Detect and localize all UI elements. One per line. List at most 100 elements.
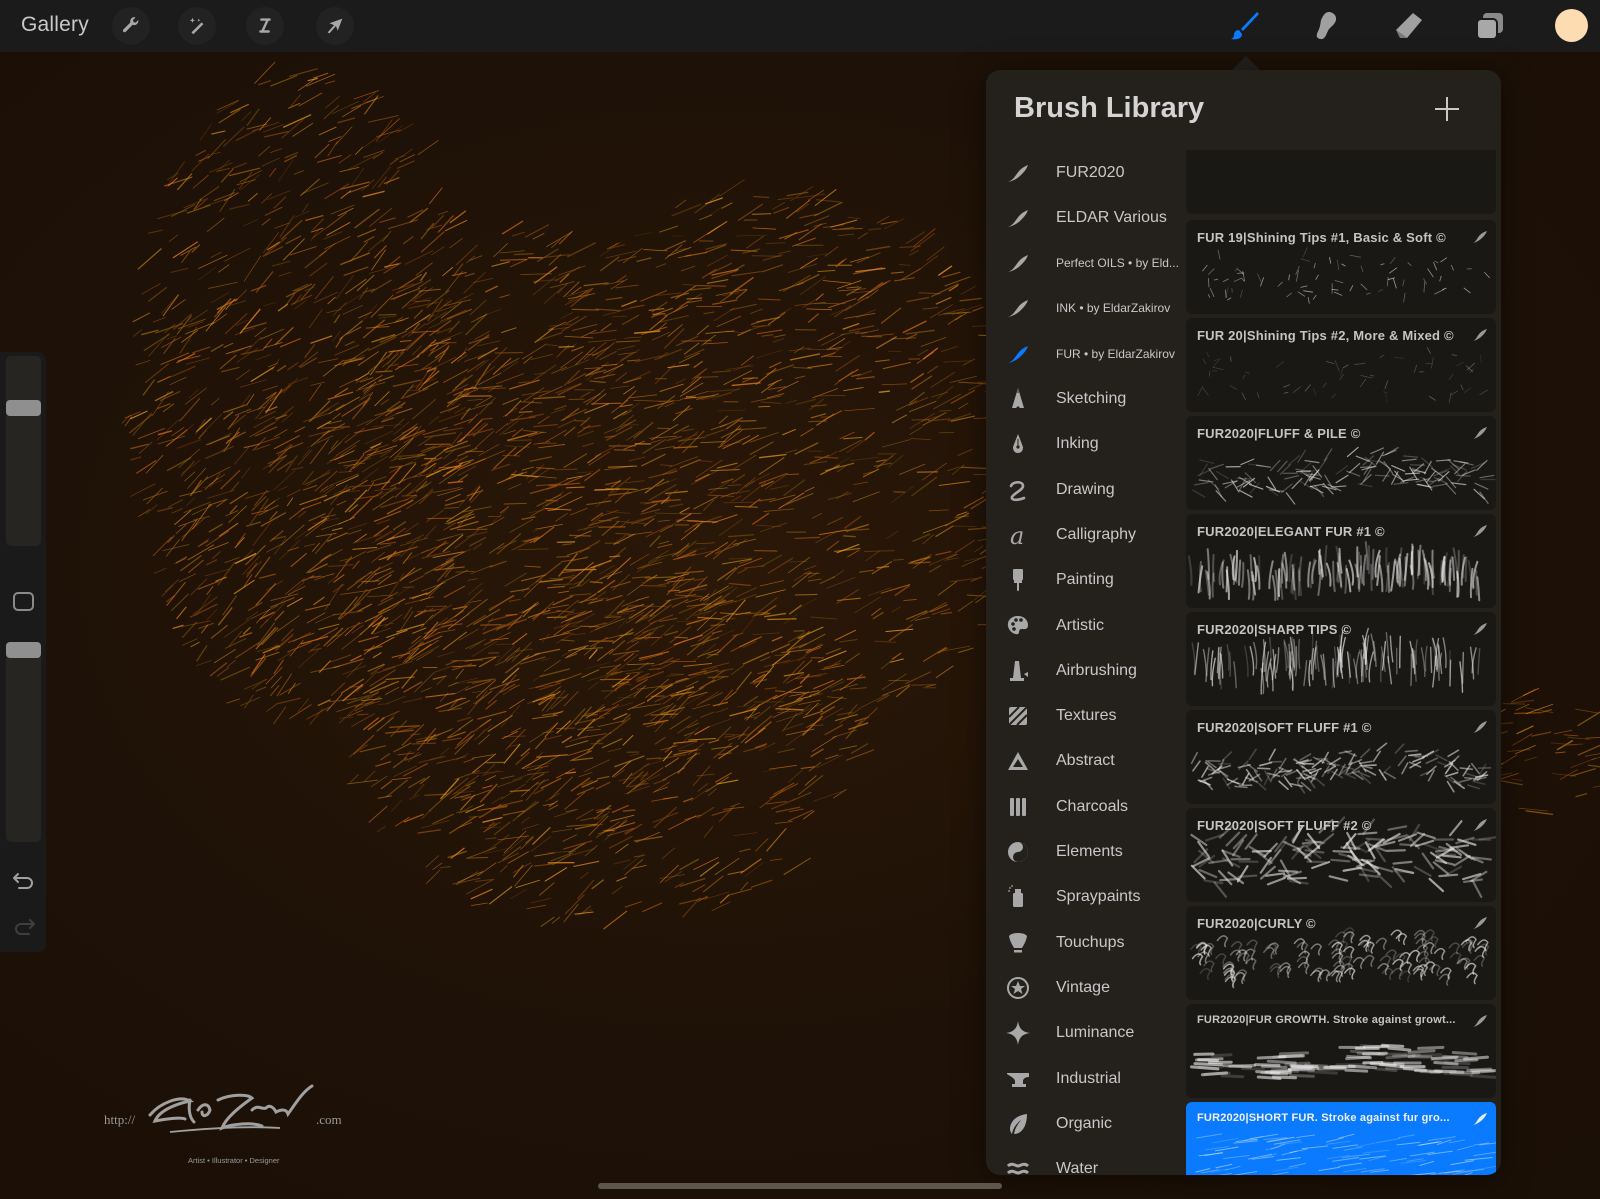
brush-set-item[interactable]: Airbrushing bbox=[986, 648, 1182, 693]
fur-strand bbox=[769, 484, 789, 490]
fur-strand bbox=[773, 206, 790, 214]
brush-set-item[interactable]: FUR • by EldarZakirov bbox=[986, 331, 1182, 376]
brush-item[interactable]: FUR2020|SHORT FUR. Stroke against fur gr… bbox=[1186, 1102, 1496, 1175]
fur-strand bbox=[636, 257, 652, 263]
fur-strand bbox=[696, 806, 715, 819]
fur-strand bbox=[569, 534, 592, 537]
brush-set-item[interactable]: Luminance bbox=[986, 1011, 1182, 1056]
top-toolbar: Gallery bbox=[0, 0, 1600, 52]
fur-strand bbox=[164, 579, 179, 593]
fur-strand bbox=[166, 335, 178, 340]
fur-strand bbox=[378, 375, 395, 382]
brush-set-item[interactable]: Charcoals bbox=[986, 784, 1182, 829]
brush-item[interactable]: FUR2020|SHARP TIPS © bbox=[1186, 612, 1496, 706]
adjustments-button[interactable] bbox=[178, 7, 216, 45]
brush-set-item[interactable]: Artistic bbox=[986, 603, 1182, 648]
brush-item[interactable]: FUR2020|FUR GROWTH. Stroke against growt… bbox=[1186, 1004, 1496, 1098]
opacity-thumb[interactable] bbox=[6, 642, 41, 658]
fur-strand bbox=[817, 269, 836, 273]
fur-strand bbox=[312, 72, 329, 79]
home-indicator[interactable] bbox=[598, 1183, 1002, 1189]
fur-strand bbox=[940, 345, 958, 353]
fur-strand bbox=[910, 438, 931, 440]
fur-strand bbox=[837, 233, 855, 237]
brush-set-item[interactable]: a Calligraphy bbox=[986, 512, 1182, 557]
brush-list[interactable]: FUR 19|Shining Tips #1, Basic & Soft © F… bbox=[1186, 150, 1501, 1175]
fur-strand bbox=[581, 669, 600, 678]
brush-set-item[interactable]: Touchups bbox=[986, 920, 1182, 965]
fur-strand bbox=[749, 441, 774, 456]
brush-item[interactable]: FUR 19|Shining Tips #1, Basic & Soft © bbox=[1186, 220, 1496, 314]
fur-strand bbox=[957, 448, 973, 457]
layers-button[interactable] bbox=[1472, 8, 1508, 44]
fur-strand bbox=[728, 582, 752, 587]
fur-strand bbox=[651, 658, 681, 667]
brush-tool-button[interactable] bbox=[1226, 8, 1262, 44]
fur-strand bbox=[197, 580, 219, 590]
brush-item[interactable]: FUR2020|ELEGANT FUR #1 © bbox=[1186, 514, 1496, 608]
fur-strand bbox=[447, 682, 459, 687]
eraser-tool-button[interactable] bbox=[1390, 8, 1426, 44]
brush-set-item[interactable]: ELDAR Various bbox=[986, 195, 1182, 240]
brush-set-list[interactable]: FUR2020 ELDAR Various Perfect OILS • by … bbox=[986, 150, 1182, 1175]
fur-strand bbox=[362, 190, 385, 198]
brush-set-item[interactable]: INK • by EldarZakirov bbox=[986, 286, 1182, 331]
brush-item[interactable] bbox=[1186, 150, 1496, 214]
brush-item[interactable]: FUR2020|CURLY © bbox=[1186, 906, 1496, 1000]
fur-strand bbox=[480, 623, 502, 626]
fur-strand bbox=[377, 795, 392, 799]
brush-set-item[interactable]: Perfect OILS • by Eld... bbox=[986, 241, 1182, 286]
fur-strand bbox=[199, 123, 212, 141]
brush-set-item[interactable]: Inking bbox=[986, 422, 1182, 467]
brush-set-item[interactable]: Industrial bbox=[986, 1056, 1182, 1101]
brush-set-item[interactable]: Abstract bbox=[986, 739, 1182, 784]
brush-size-thumb[interactable] bbox=[6, 399, 41, 416]
gallery-button[interactable]: Gallery bbox=[21, 13, 89, 37]
redo-icon[interactable] bbox=[12, 914, 36, 938]
brush-item[interactable]: FUR2020|FLUFF & PILE © bbox=[1186, 416, 1496, 510]
fur-strand bbox=[773, 782, 795, 795]
fur-strand bbox=[615, 349, 640, 366]
brush-size-slider[interactable] bbox=[6, 356, 41, 546]
brush-item[interactable]: FUR2020|SOFT FLUFF #1 © bbox=[1186, 710, 1496, 804]
fur-strand bbox=[335, 336, 344, 348]
fur-strand bbox=[457, 447, 478, 457]
fur-strand bbox=[776, 712, 804, 723]
fur-strand bbox=[501, 327, 517, 334]
transform-button[interactable] bbox=[316, 7, 354, 45]
smudge-tool-button[interactable] bbox=[1308, 8, 1344, 44]
actions-button[interactable] bbox=[112, 7, 150, 45]
fur-strand bbox=[609, 555, 621, 558]
brush-set-item[interactable]: Sketching bbox=[986, 377, 1182, 422]
brush-set-item[interactable]: Textures bbox=[986, 694, 1182, 739]
fur-strand bbox=[561, 567, 591, 574]
fur-strand bbox=[569, 593, 592, 596]
brush-set-label: FUR • by EldarZakirov bbox=[1056, 346, 1175, 361]
fur-strand bbox=[659, 464, 673, 467]
fur-strand bbox=[185, 357, 210, 365]
color-picker-button[interactable] bbox=[1555, 9, 1588, 42]
brush-set-item[interactable]: Spraypaints bbox=[986, 875, 1182, 920]
selection-button[interactable] bbox=[246, 7, 284, 45]
fur-strand bbox=[844, 515, 862, 529]
fur-strand bbox=[309, 439, 329, 465]
plus-icon[interactable] bbox=[1432, 94, 1462, 124]
fur-strand bbox=[685, 680, 699, 688]
undo-icon[interactable] bbox=[12, 868, 36, 892]
brush-item[interactable]: FUR2020|SOFT FLUFF #2 © bbox=[1186, 808, 1496, 902]
brush-set-item[interactable]: Organic bbox=[986, 1101, 1182, 1146]
brush-set-item[interactable]: FUR2020 bbox=[986, 150, 1182, 195]
fur-strand bbox=[594, 488, 620, 508]
opacity-slider[interactable] bbox=[6, 642, 41, 842]
fur-strand bbox=[499, 294, 510, 299]
modify-square-icon[interactable] bbox=[13, 592, 34, 611]
brush-set-item[interactable]: Water bbox=[986, 1147, 1182, 1175]
brush-set-item[interactable]: Painting bbox=[986, 558, 1182, 603]
brush-set-item[interactable]: Drawing bbox=[986, 467, 1182, 512]
brush-set-item[interactable]: Vintage bbox=[986, 965, 1182, 1010]
fur-strand bbox=[264, 236, 288, 256]
fur-strand bbox=[497, 852, 519, 864]
brush-item[interactable]: FUR 20|Shining Tips #2, More & Mixed © bbox=[1186, 318, 1496, 412]
brush-set-item[interactable]: Elements bbox=[986, 830, 1182, 875]
fur-strand bbox=[354, 426, 384, 434]
